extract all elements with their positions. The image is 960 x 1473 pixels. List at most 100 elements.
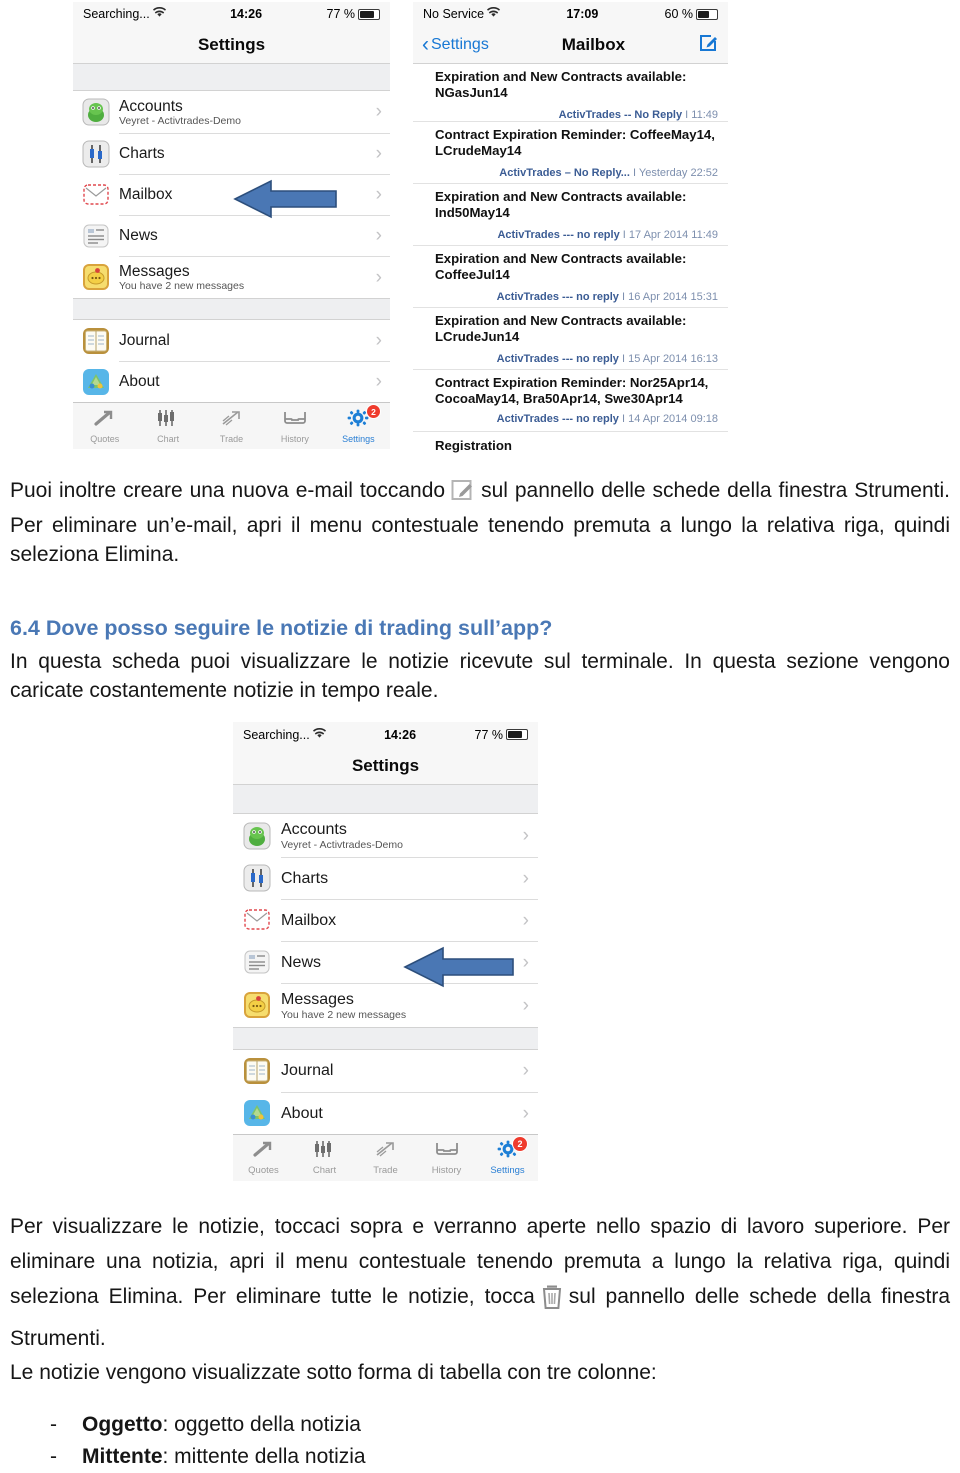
status-bar-clock: 14:26 [384, 727, 417, 742]
tab-bar: Quotes Chart Trade History 2 Settings [233, 1134, 538, 1181]
messages-icon [81, 262, 111, 292]
chevron-right-icon: › [522, 867, 529, 889]
mail-subject: Contract Expiration Reminder: Nor25Apr14… [435, 375, 709, 406]
back-label: Settings [431, 35, 489, 53]
mail-sender: ActivTrades --- no reply [497, 229, 620, 241]
tab-chart[interactable]: Chart [294, 1135, 355, 1181]
sidebar-item-mailbox[interactable]: Mailbox › [73, 174, 390, 215]
sidebar-item-messages[interactable]: Messages You have 2 new messages › [233, 983, 538, 1027]
accounts-icon [81, 97, 111, 127]
row-title: Journal [119, 331, 170, 349]
list-group-spacer-2 [233, 1027, 538, 1050]
tab-label: Quotes [90, 433, 120, 444]
tab-label: History [280, 433, 309, 444]
sidebar-item-mailbox[interactable]: Mailbox › [233, 899, 538, 941]
journal-icon [242, 1056, 272, 1086]
list-item[interactable]: Expiration and New Contracts available: … [413, 308, 728, 370]
paragraph-3: Per visualizzare le notizie, toccaci sop… [10, 1209, 950, 1356]
tab-settings[interactable]: 2 Settings [327, 403, 390, 449]
tab-trade[interactable]: Trade [200, 403, 263, 449]
mail-time: I 15 Apr 2014 16:13 [621, 353, 718, 365]
sidebar-item-accounts[interactable]: Accounts Veyret - Activtrades-Demo › [73, 91, 390, 133]
list-item[interactable]: Expiration and New Contracts available: … [413, 64, 728, 122]
row-title: Charts [119, 145, 165, 162]
mail-time: I 11:49 [685, 109, 718, 121]
about-icon [242, 1098, 272, 1128]
tab-label: Quotes [248, 1165, 279, 1176]
list-item[interactable]: Expiration and New Contracts available: … [413, 184, 728, 246]
bullet-dash: - [50, 1445, 57, 1468]
sidebar-item-journal[interactable]: Journal › [73, 320, 390, 361]
paragraph-4: Le notizie vengono visualizzate sotto fo… [10, 1361, 657, 1384]
mail-meta: ActivTrades – No Reply... I Yesterday 22… [435, 165, 718, 181]
tab-history[interactable]: History [416, 1135, 477, 1181]
row-title: About [281, 1104, 323, 1122]
wifi-icon [487, 6, 501, 21]
wifi-icon [312, 727, 326, 742]
tab-label: Settings [490, 1165, 525, 1176]
sidebar-item-messages[interactable]: Messages You have 2 new messages › [73, 256, 390, 298]
status-bar-right: 60 % [665, 7, 718, 21]
column-bullet-list: - Oggetto: oggetto della notizia - Mitte… [10, 1409, 950, 1473]
chevron-right-icon: › [375, 329, 382, 351]
sidebar-item-charts[interactable]: Charts › [73, 133, 390, 174]
mail-sender: ActivTrades --- no reply [496, 291, 619, 303]
accounts-icon [242, 821, 272, 851]
back-button[interactable]: ‹ Settings [422, 34, 489, 55]
sidebar-item-about[interactable]: About › [233, 1092, 538, 1134]
tab-history[interactable]: History [263, 403, 326, 449]
nav-title: Settings [197, 34, 266, 54]
trash-bin-icon [541, 1284, 563, 1321]
battery-percent-label: 77 % [326, 7, 356, 21]
list-item[interactable]: Expiration and New Contracts available: … [413, 246, 728, 308]
nav-title: Mailbox [561, 34, 626, 54]
compose-mail-icon[interactable] [698, 32, 719, 58]
history-icon [435, 1140, 459, 1163]
tab-label: Chart [157, 433, 180, 444]
chart-icon [313, 1140, 337, 1163]
text-block-3: Per visualizzare le notizie, toccaci sop… [10, 1209, 950, 1356]
charts-icon [81, 139, 111, 169]
sidebar-item-charts[interactable]: Charts › [233, 857, 538, 899]
chevron-right-icon: › [375, 184, 382, 205]
screenshot-mailbox: No Service 17:09 60 % ‹ Settings Mailbox… [413, 2, 728, 459]
bullet-term: Mittente [82, 1445, 163, 1468]
list-group-spacer-2 [73, 298, 390, 320]
tab-chart[interactable]: Chart [136, 403, 199, 449]
sidebar-item-about[interactable]: About › [73, 361, 390, 402]
row-title: Accounts [281, 820, 347, 838]
list-item[interactable]: Contract Expiration Reminder: CoffeeMay1… [413, 122, 728, 184]
row-title: Charts [281, 869, 329, 887]
row-title: About [119, 373, 160, 390]
news-icon [81, 221, 111, 251]
list-item: - Mittente: mittente della notizia [50, 1441, 950, 1473]
status-bar-right: 77 % [475, 728, 528, 742]
chevron-right-icon: › [522, 951, 529, 973]
mail-subject: Registration [435, 438, 512, 453]
mail-meta: ActivTrades -- No Reply I 11:49 [435, 107, 718, 123]
sidebar-item-accounts[interactable]: Accounts Veyret - Activtrades-Demo › [233, 814, 538, 857]
sidebar-item-journal[interactable]: Journal › [233, 1050, 538, 1092]
wifi-icon [152, 6, 166, 21]
paragraph-1: Puoi inoltre creare una nuova e-mail toc… [10, 476, 950, 569]
settings-list-group-2: Journal › About › [233, 1050, 538, 1134]
trade-icon [220, 409, 244, 432]
list-item[interactable]: Contract Expiration Reminder: Nor25Apr14… [413, 370, 728, 432]
bullet-term: Oggetto [82, 1413, 163, 1436]
list-item[interactable]: Registration [413, 432, 728, 458]
trade-icon [374, 1140, 398, 1163]
tab-label: Chart [312, 1165, 337, 1176]
tab-quotes[interactable]: Quotes [233, 1135, 294, 1181]
sidebar-item-news[interactable]: News › [73, 215, 390, 256]
nav-bar: Settings [233, 747, 538, 785]
section-heading-6-4: 6.4 Dove posso seguire le notizie di tra… [10, 616, 553, 640]
battery-icon [358, 8, 380, 20]
tab-settings[interactable]: 2 Settings [477, 1135, 538, 1181]
chevron-right-icon: › [375, 143, 382, 164]
list-group-spacer [73, 64, 390, 91]
mail-subject: Expiration and New Contracts available: … [435, 251, 687, 282]
carrier-label: Searching... [83, 7, 150, 21]
tab-quotes[interactable]: Quotes [73, 403, 136, 449]
tab-label: Settings [342, 433, 375, 444]
tab-trade[interactable]: Trade [355, 1135, 416, 1181]
